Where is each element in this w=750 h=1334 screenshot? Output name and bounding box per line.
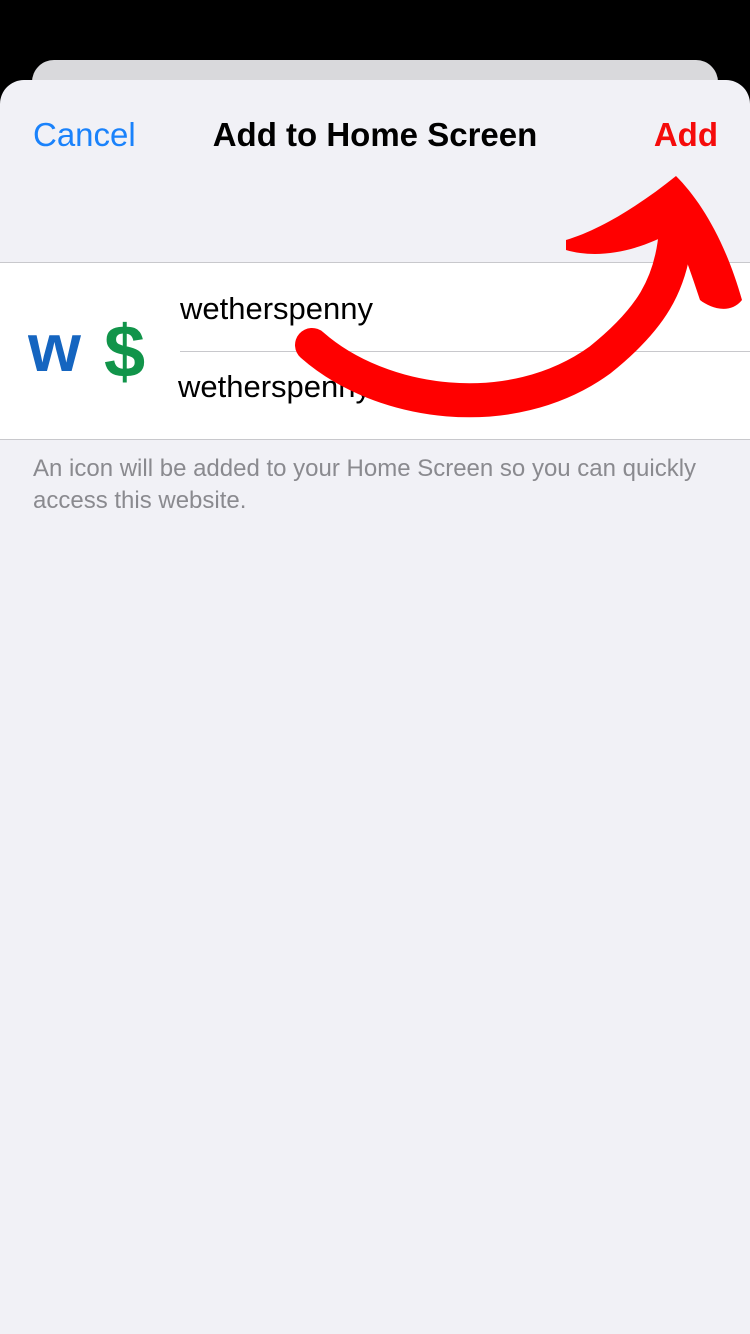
site-icon: w $ [28,311,145,391]
sheet-title: Add to Home Screen [212,116,538,153]
footnote-text: An icon will be added to your Home Scree… [33,455,697,514]
add-button[interactable]: Add [654,116,718,154]
add-to-home-screen-sheet: Cancel Add to Home Screen Add w $ wether… [0,80,750,1334]
shortcut-url-text: wetherspenny [178,369,372,404]
site-icon-dollar: $ [104,311,145,391]
field-divider [180,351,750,352]
shortcut-card: w $ wetherspenny [0,262,750,440]
navigation-bar: Cancel Add to Home Screen Add [0,80,750,192]
site-icon-w: w [28,311,82,386]
shortcut-name-field[interactable] [180,287,740,331]
